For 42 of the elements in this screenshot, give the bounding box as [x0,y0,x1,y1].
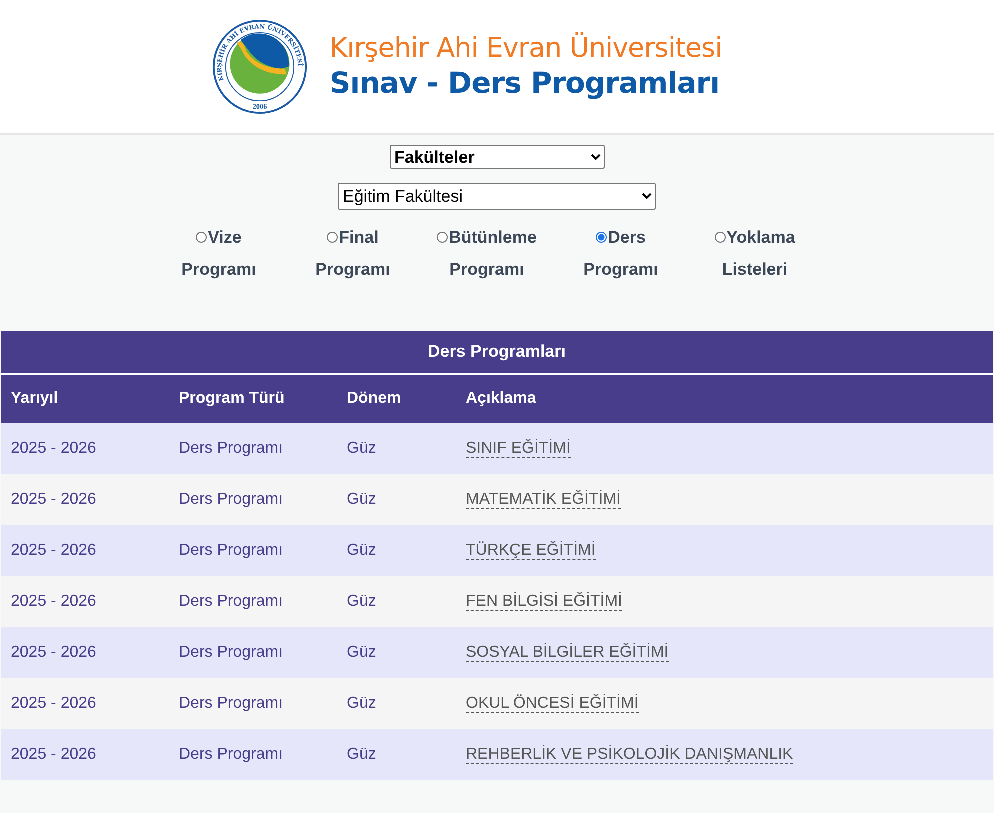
table-title: Ders Programları [1,331,993,374]
page-title: Sınav - Ders Programları [330,64,721,100]
column-header: Program Türü [169,374,337,423]
program-link[interactable]: FEN BİLGİSİ EĞİTİMİ [466,592,622,610]
program-link[interactable]: TÜRKÇE EĞİTİMİ [466,542,596,560]
table-cell: Güz [337,474,456,525]
program-link[interactable]: SINIF EĞİTİMİ [466,440,571,458]
program-link[interactable]: MATEMATİK EĞİTİMİ [466,490,621,508]
table-cell: 2025 - 2026 [1,423,169,474]
table-cell: Güz [337,627,456,678]
table-cell: Ders Programı [169,576,337,627]
category-dropdown[interactable]: Fakülteler [390,145,604,169]
table-cell: 2025 - 2026 [1,576,169,627]
unit-dropdown[interactable]: Eğitim Fakültesi [338,183,656,210]
table-cell: Ders Programı [169,525,337,576]
program-type-radio[interactable]: Bütünleme Programı [427,222,547,286]
table-cell: Ders Programı [169,678,337,729]
column-header: Dönem [337,374,456,423]
table-cell: 2025 - 2026 [1,627,169,678]
program-link[interactable]: OKUL ÖNCESİ EĞİTİMİ [466,694,639,712]
table-cell: Ders Programı [169,474,337,525]
table-cell: 2025 - 2026 [1,729,169,780]
program-type-radio[interactable]: Ders Programı [561,222,681,286]
column-header: Yarıyıl [1,374,169,423]
table-cell: Güz [337,525,456,576]
program-type-radio[interactable]: Vize Programı [159,222,279,286]
program-link[interactable]: REHBERLİK VE PSİKOLOJİK DANIŞMANLIK [466,746,794,764]
table-cell: Güz [337,576,456,627]
program-type-radio[interactable]: Yoklama Listeleri [695,222,815,286]
table-cell: Güz [337,729,456,780]
table-cell: 2025 - 2026 [1,474,169,525]
program-type-radio[interactable]: Final Programı [293,222,413,286]
table-cell: Güz [337,423,456,474]
table-cell: 2025 - 2026 [1,525,169,576]
column-header: Açıklama [456,374,993,423]
table-cell: Ders Programı [169,729,337,780]
university-name: Kırşehir Ahi Evran Üniversitesi [330,32,722,64]
program-link[interactable]: SOSYAL BİLGİLER EĞİTİMİ [466,644,669,662]
table-cell: Ders Programı [169,423,337,474]
table-cell: Güz [337,678,456,729]
table-cell: 2025 - 2026 [1,678,169,729]
table-cell: Ders Programı [169,627,337,678]
